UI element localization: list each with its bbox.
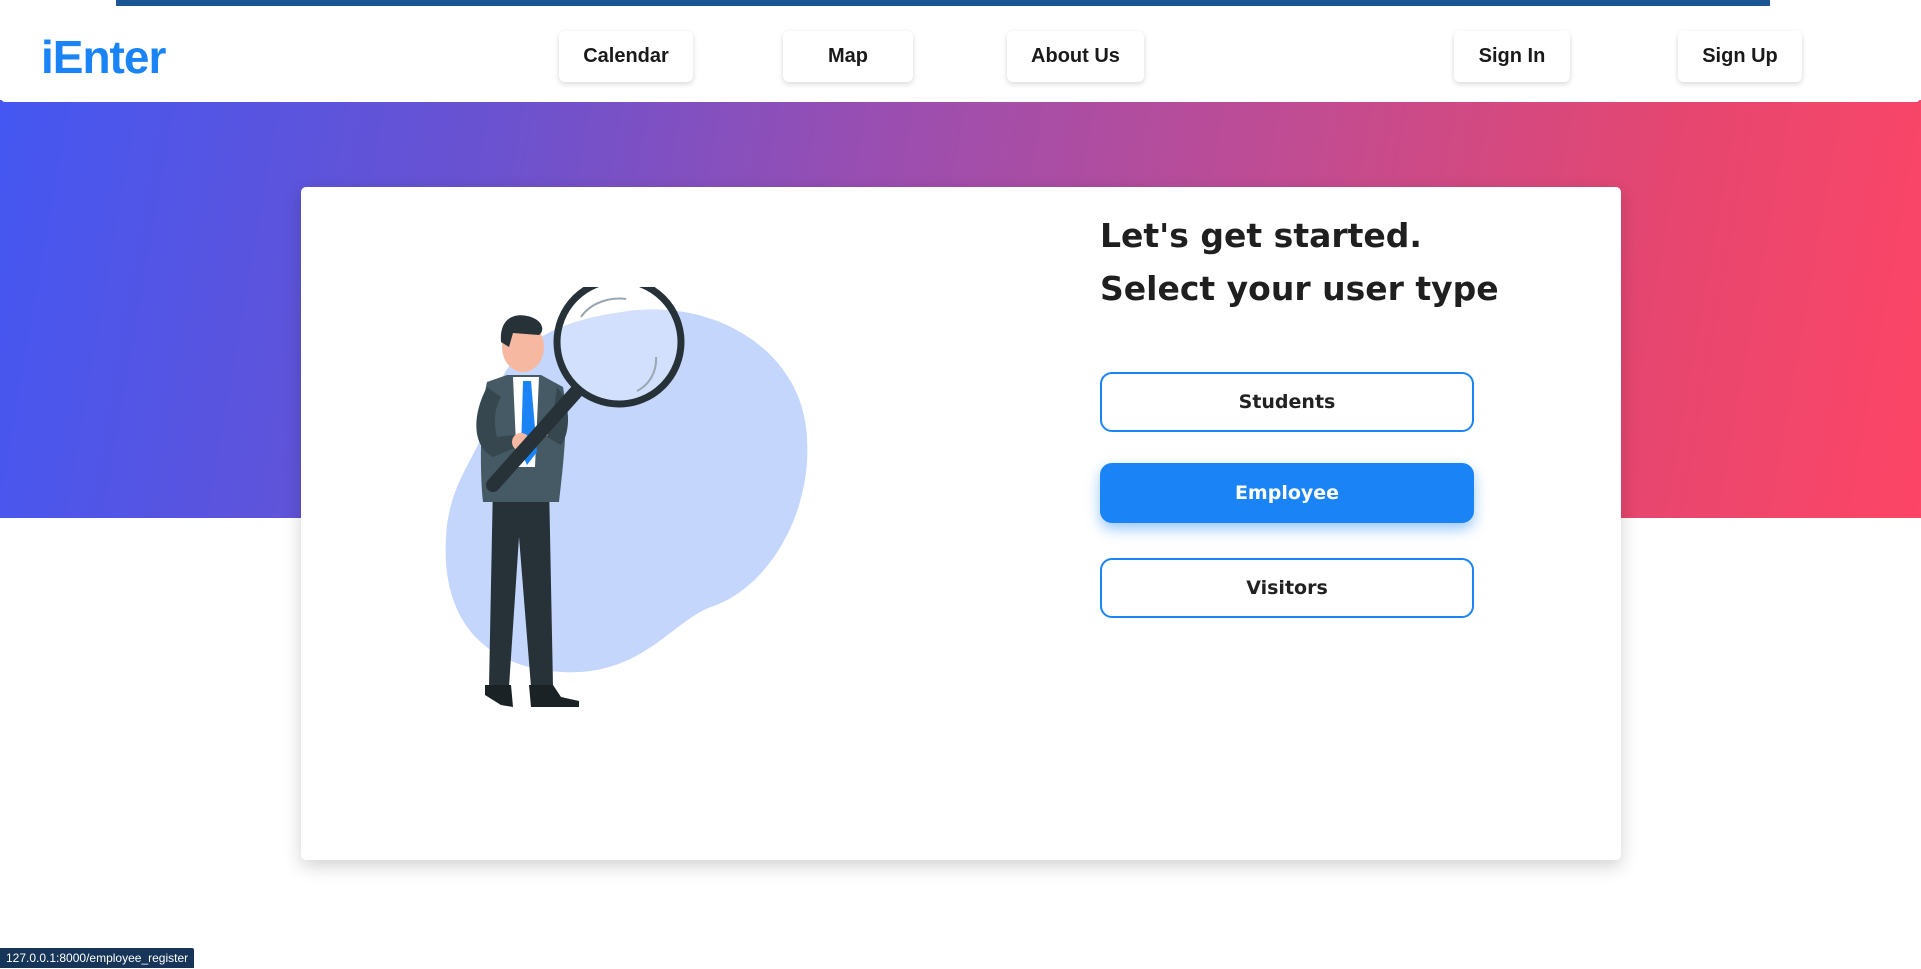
employee-option-label: Employee: [1234, 482, 1340, 504]
employee-option-button[interactable]: Employee: [1100, 463, 1474, 523]
nav-sign-in-label: Sign In: [1478, 45, 1546, 67]
nav-calendar-label: Calendar: [583, 45, 669, 67]
top-accent-bar: [0, 0, 1921, 7]
navbar: iEnter Calendar Map About Us Sign In Sig…: [1, 7, 1920, 102]
nav-map-button[interactable]: Map: [783, 31, 913, 82]
students-option-button[interactable]: Students: [1100, 372, 1474, 432]
visitors-option-button[interactable]: Visitors: [1100, 558, 1474, 618]
page-heading: Let's get started. Select your user type: [1100, 209, 1499, 315]
heading-line-2: Select your user type: [1100, 269, 1499, 308]
nav-sign-in-button[interactable]: Sign In: [1454, 31, 1570, 82]
page: iEnter Calendar Map About Us Sign In Sig…: [0, 0, 1921, 969]
nav-sign-up-button[interactable]: Sign Up: [1678, 31, 1802, 82]
user-type-card: Let's get started. Select your user type…: [301, 187, 1621, 860]
status-bar-url: 127.0.0.1:8000/employee_register: [0, 948, 195, 968]
nav-about-label: About Us: [1031, 45, 1120, 67]
visitors-option-label: Visitors: [1246, 577, 1328, 599]
nav-about-button[interactable]: About Us: [1007, 31, 1144, 82]
students-option-label: Students: [1238, 391, 1336, 413]
nav-calendar-button[interactable]: Calendar: [559, 31, 693, 82]
top-accent-line: [116, 0, 1770, 6]
nav-sign-up-label: Sign Up: [1702, 45, 1778, 67]
nav-map-label: Map: [828, 45, 868, 67]
heading-line-1: Let's get started.: [1100, 216, 1422, 255]
businessman-with-magnifier-icon: [445, 287, 808, 707]
brand-logo[interactable]: iEnter: [41, 31, 166, 83]
